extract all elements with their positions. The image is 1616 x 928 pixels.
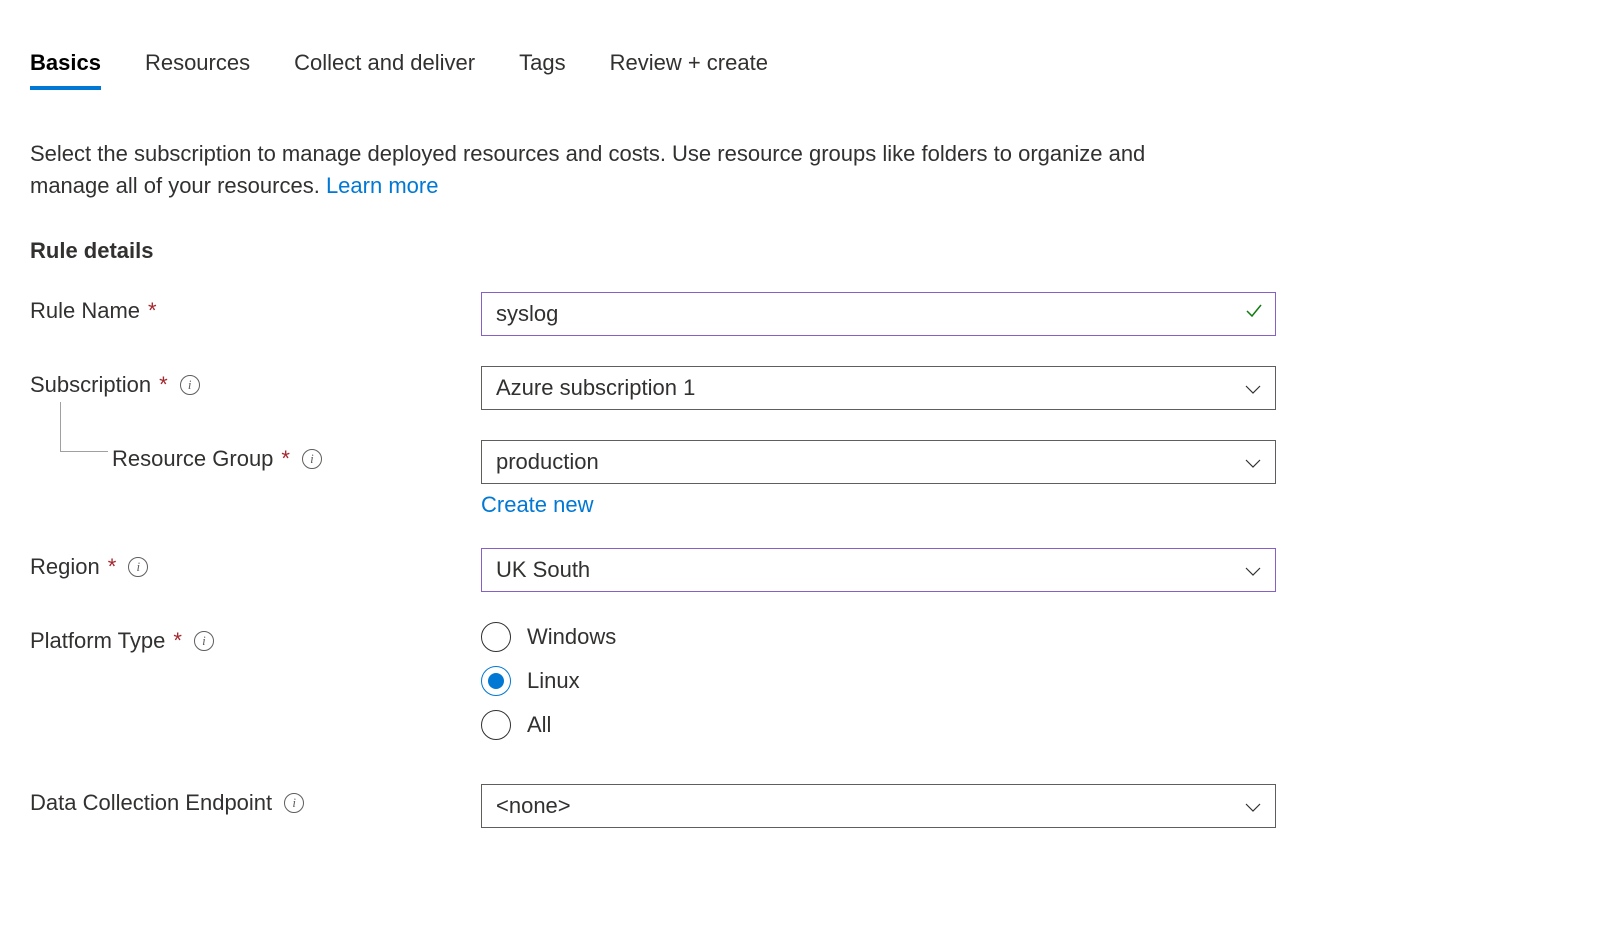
chevron-down-icon [1245,375,1261,401]
intro-body: Select the subscription to manage deploy… [30,141,1145,198]
row-region: Region * i UK South [30,548,1586,592]
endpoint-value: <none> [496,793,571,818]
subscription-label-text: Subscription [30,372,151,398]
subscription-dropdown[interactable]: Azure subscription 1 [481,366,1276,410]
radio-windows[interactable]: Windows [481,622,1276,652]
row-rule-name: Rule Name * [30,292,1586,336]
region-dropdown-button[interactable]: UK South [481,548,1276,592]
platform-type-radio-group: Windows Linux All [481,622,1276,740]
platform-type-label-text: Platform Type [30,628,165,654]
required-star: * [159,372,168,398]
resource-group-dropdown[interactable]: production [481,440,1276,484]
chevron-down-icon [1245,557,1261,583]
radio-linux-label: Linux [527,668,580,694]
required-star: * [148,298,157,324]
radio-all-label: All [527,712,551,738]
tab-basics[interactable]: Basics [30,50,101,90]
create-new-link[interactable]: Create new [481,492,594,518]
subscription-value: Azure subscription 1 [496,375,695,400]
info-icon[interactable]: i [284,793,304,813]
learn-more-link[interactable]: Learn more [326,173,439,198]
required-star: * [173,628,182,654]
rule-name-input[interactable] [481,292,1276,336]
resource-group-dropdown-button[interactable]: production [481,440,1276,484]
tab-resources[interactable]: Resources [145,50,250,90]
tab-review-create[interactable]: Review + create [610,50,768,90]
radio-dot [488,673,504,689]
resource-group-value: production [496,449,599,474]
label-resource-group: Resource Group * i [30,440,481,472]
radio-linux[interactable]: Linux [481,666,1276,696]
row-endpoint: Data Collection Endpoint i <none> [30,784,1586,828]
resource-group-label-text: Resource Group [112,446,273,472]
label-endpoint: Data Collection Endpoint i [30,784,481,816]
subscription-dropdown-button[interactable]: Azure subscription 1 [481,366,1276,410]
tab-tags[interactable]: Tags [519,50,565,90]
chevron-down-icon [1245,793,1261,819]
row-platform-type: Platform Type * i Windows Linux All [30,622,1586,740]
radio-all[interactable]: All [481,710,1276,740]
region-label-text: Region [30,554,100,580]
chevron-down-icon [1245,449,1261,475]
tree-line [60,402,108,452]
rule-name-input-wrap [481,292,1276,336]
info-icon[interactable]: i [302,449,322,469]
info-icon[interactable]: i [180,375,200,395]
label-platform-type: Platform Type * i [30,622,481,654]
region-value: UK South [496,557,590,582]
tabs-bar: Basics Resources Collect and deliver Tag… [30,50,1586,90]
tab-collect-and-deliver[interactable]: Collect and deliver [294,50,475,90]
section-rule-details: Rule details [30,238,1586,264]
endpoint-label-text: Data Collection Endpoint [30,790,272,816]
radio-circle [481,710,511,740]
region-dropdown[interactable]: UK South [481,548,1276,592]
radio-circle [481,622,511,652]
radio-circle-selected [481,666,511,696]
row-resource-group: Resource Group * i production Create new [30,440,1586,518]
required-star: * [108,554,117,580]
rule-name-label-text: Rule Name [30,298,140,324]
check-icon [1244,301,1264,327]
intro-text: Select the subscription to manage deploy… [30,138,1210,202]
label-subscription: Subscription * i [30,366,481,398]
radio-windows-label: Windows [527,624,616,650]
required-star: * [281,446,290,472]
info-icon[interactable]: i [128,557,148,577]
label-rule-name: Rule Name * [30,292,481,324]
endpoint-dropdown-button[interactable]: <none> [481,784,1276,828]
info-icon[interactable]: i [194,631,214,651]
row-subscription: Subscription * i Azure subscription 1 [30,366,1586,410]
label-region: Region * i [30,548,481,580]
endpoint-dropdown[interactable]: <none> [481,784,1276,828]
